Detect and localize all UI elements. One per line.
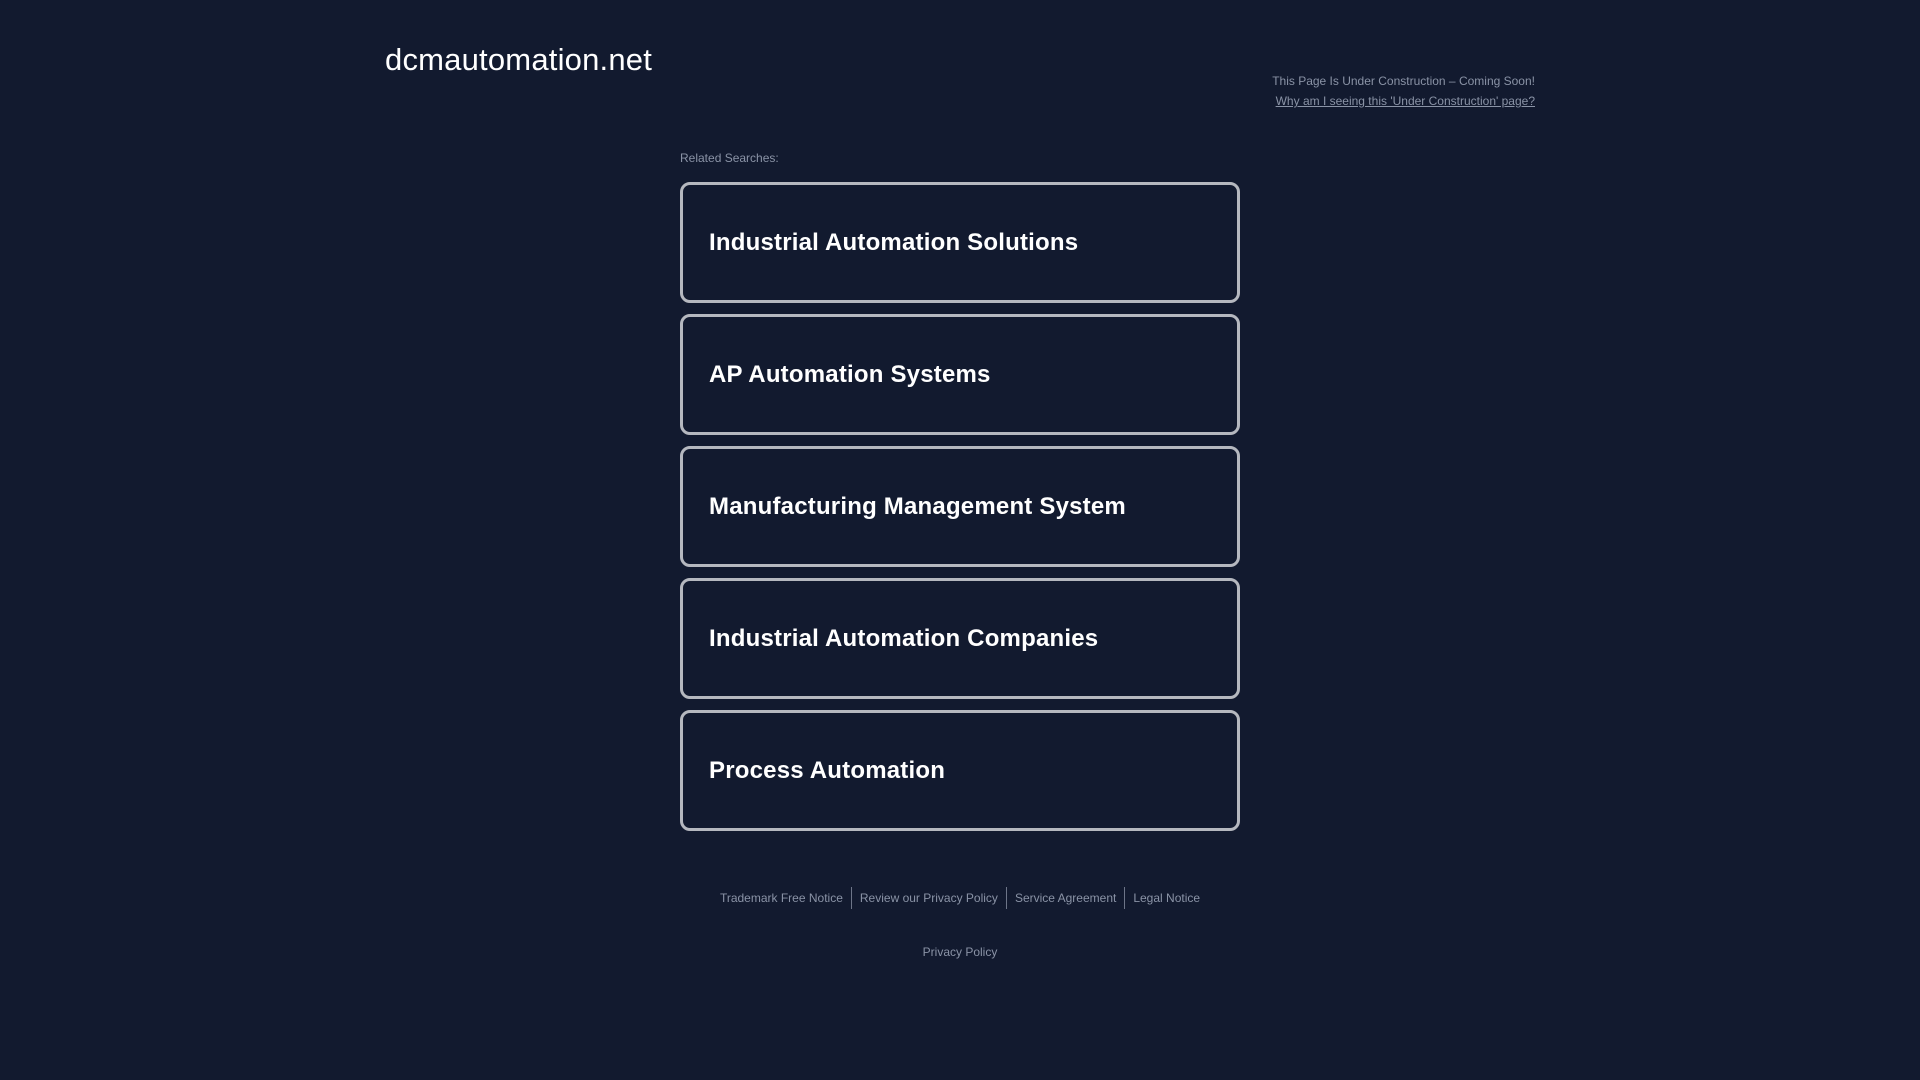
page: dcmautomation.net This Page Is Under Con… xyxy=(0,0,1920,1080)
related-search-label: AP Automation Systems xyxy=(709,360,991,388)
related-search-label: Industrial Automation Companies xyxy=(709,624,1099,652)
related-search-label: Process Automation xyxy=(709,756,946,784)
footer-link-service-agreement[interactable]: Service Agreement xyxy=(1007,887,1124,909)
related-search-item[interactable]: Industrial Automation Solutions xyxy=(680,182,1240,303)
related-search-label: Manufacturing Management System xyxy=(709,492,1126,520)
notice-text: This Page Is Under Construction – Coming… xyxy=(1272,74,1535,88)
footer-links: Trademark Free Notice Review our Privacy… xyxy=(0,887,1920,909)
privacy-policy-label: Privacy Policy xyxy=(922,945,998,959)
footer-link-legal-notice[interactable]: Legal Notice xyxy=(1125,887,1208,909)
privacy-policy-link[interactable]: Privacy Policy xyxy=(0,945,1920,959)
domain-title: dcmautomation.net xyxy=(385,42,653,77)
related-search-item[interactable]: Industrial Automation Companies xyxy=(680,578,1240,699)
related-search-list: Industrial Automation Solutions AP Autom… xyxy=(680,182,1240,842)
related-search-item[interactable]: AP Automation Systems xyxy=(680,314,1240,435)
related-search-label: Industrial Automation Solutions xyxy=(709,228,1079,256)
footer-link-trademark[interactable]: Trademark Free Notice xyxy=(712,887,851,909)
footer: Trademark Free Notice Review our Privacy… xyxy=(0,887,1920,909)
related-search-item[interactable]: Process Automation xyxy=(680,710,1240,831)
why-link[interactable]: Why am I seeing this 'Under Construction… xyxy=(1272,91,1535,111)
related-searches-label: Related Searches: xyxy=(680,151,779,165)
footer-link-privacy-review[interactable]: Review our Privacy Policy xyxy=(852,887,1006,909)
related-search-item[interactable]: Manufacturing Management System xyxy=(680,446,1240,567)
under-construction-notice: This Page Is Under Construction – Coming… xyxy=(1272,71,1535,111)
